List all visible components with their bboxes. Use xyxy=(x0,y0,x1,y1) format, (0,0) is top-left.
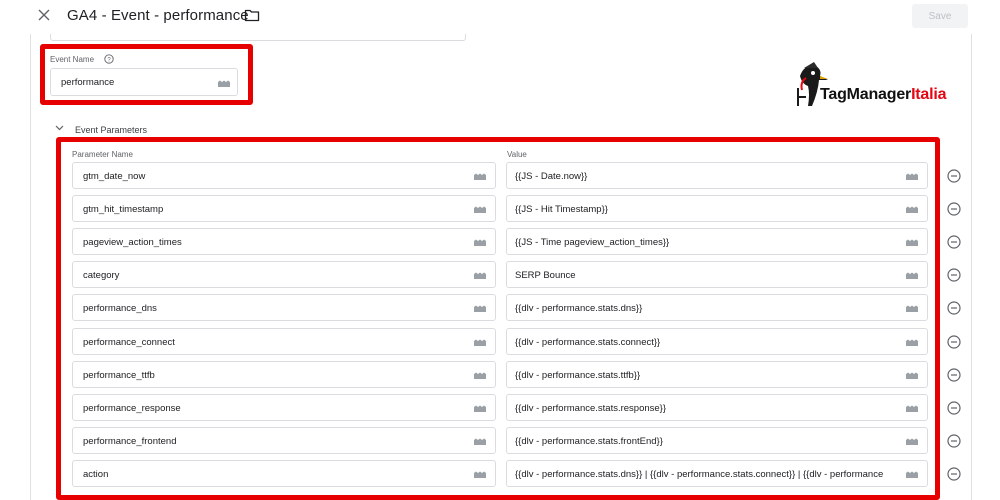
parameter-name-field[interactable]: pageview_action_times xyxy=(72,228,496,255)
logo-text: TagManagerItalia xyxy=(820,86,947,103)
parameter-name-text: performance_ttfb xyxy=(83,370,155,381)
parameter-name-text: performance_response xyxy=(83,403,181,414)
parameter-value-field[interactable]: {{JS - Time pageview_action_times}} xyxy=(506,228,928,255)
variable-picker-icon[interactable] xyxy=(905,469,919,479)
variable-picker-icon[interactable] xyxy=(473,436,487,446)
parameter-value-text: {{dlv - performance.stats.frontEnd}} xyxy=(515,436,663,447)
variable-picker-icon[interactable] xyxy=(473,171,487,181)
parameter-name-text: category xyxy=(83,270,120,281)
parameter-name-field[interactable]: gtm_date_now xyxy=(72,162,496,189)
remove-row-icon[interactable] xyxy=(947,301,961,315)
variable-picker-icon[interactable] xyxy=(473,370,487,380)
variable-picker-icon[interactable] xyxy=(905,337,919,347)
remove-row-icon[interactable] xyxy=(947,467,961,481)
remove-row-icon[interactable] xyxy=(947,169,961,183)
parameter-name-field[interactable]: gtm_hit_timestamp xyxy=(72,195,496,222)
remove-row-icon[interactable] xyxy=(947,235,961,249)
variable-picker-icon[interactable] xyxy=(905,436,919,446)
parameter-value-text: {{dlv - performance.stats.dns}} xyxy=(515,303,643,314)
parameter-value-text: {{JS - Date.now}} xyxy=(515,171,588,182)
parameter-value-text: {{JS - Hit Timestamp}} xyxy=(515,204,608,215)
folder-icon[interactable] xyxy=(244,8,260,22)
parameter-name-field[interactable]: action xyxy=(72,460,496,487)
remove-row-icon[interactable] xyxy=(947,401,961,415)
variable-picker-icon[interactable] xyxy=(905,370,919,380)
remove-row-icon[interactable] xyxy=(947,434,961,448)
variable-picker-icon[interactable] xyxy=(905,237,919,247)
parameter-value-field[interactable]: {{dlv - performance.stats.frontEnd}} xyxy=(506,427,928,454)
parameter-value-field[interactable]: SERP Bounce xyxy=(506,261,928,288)
parameter-value-text: {{dlv - performance.stats.ttfb}} xyxy=(515,370,641,381)
parameter-name-field[interactable]: performance_frontend xyxy=(72,427,496,454)
parameter-value-text: {{dlv - performance.stats.connect}} xyxy=(515,337,661,348)
variable-picker-icon[interactable] xyxy=(473,204,487,214)
parameter-value-field[interactable]: {{dlv - performance.stats.ttfb}} xyxy=(506,361,928,388)
chevron-down-icon[interactable] xyxy=(55,125,64,131)
event-name-input[interactable]: performance xyxy=(50,68,238,96)
parameter-name-text: performance_connect xyxy=(83,337,175,348)
parameter-name-field[interactable]: performance_response xyxy=(72,394,496,421)
parameter-value-field[interactable]: {{JS - Date.now}} xyxy=(506,162,928,189)
parameter-name-header: Parameter Name xyxy=(72,150,133,159)
parameter-name-field[interactable]: performance_dns xyxy=(72,294,496,321)
variable-picker-icon[interactable] xyxy=(473,337,487,347)
variable-picker-icon[interactable] xyxy=(905,204,919,214)
parameter-name-text: action xyxy=(83,469,109,480)
variable-picker-icon[interactable] xyxy=(905,171,919,181)
parameter-name-text: gtm_date_now xyxy=(83,171,146,182)
variable-picker-icon[interactable] xyxy=(905,403,919,413)
parameter-value-text: SERP Bounce xyxy=(515,270,576,281)
variable-picker-icon[interactable] xyxy=(905,270,919,280)
value-header: Value xyxy=(507,150,527,159)
remove-row-icon[interactable] xyxy=(947,335,961,349)
variable-picker-icon[interactable] xyxy=(473,403,487,413)
tag-title[interactable]: GA4 - Event - performance xyxy=(67,7,249,24)
help-icon[interactable]: ? xyxy=(104,54,114,64)
remove-row-icon[interactable] xyxy=(947,368,961,382)
parameter-name-text: performance_dns xyxy=(83,303,157,314)
variable-picker-icon[interactable] xyxy=(473,469,487,479)
parameter-value-text: {{dlv - performance.stats.dns}} | {{dlv … xyxy=(515,469,884,480)
parameter-value-text: {{dlv - performance.stats.response}} xyxy=(515,403,667,414)
variable-picker-icon[interactable] xyxy=(473,270,487,280)
parameter-value-field[interactable]: {{dlv - performance.stats.response}} xyxy=(506,394,928,421)
variable-picker-icon[interactable] xyxy=(217,78,231,88)
parameter-name-field[interactable]: category xyxy=(72,261,496,288)
parameter-name-text: gtm_hit_timestamp xyxy=(83,204,164,215)
parameter-name-field[interactable]: performance_connect xyxy=(72,328,496,355)
variable-picker-icon[interactable] xyxy=(905,303,919,313)
top-bar: GA4 - Event - performance Save xyxy=(0,0,1000,34)
save-button[interactable]: Save xyxy=(912,4,968,28)
event-parameters-label[interactable]: Event Parameters xyxy=(75,125,147,135)
parameter-value-field[interactable]: {{dlv - performance.stats.dns}} | {{dlv … xyxy=(506,460,928,487)
event-name-label: Event Name xyxy=(50,55,95,64)
previous-field-edge xyxy=(50,34,466,41)
variable-picker-icon[interactable] xyxy=(473,237,487,247)
parameter-name-text: pageview_action_times xyxy=(83,237,182,248)
parameter-name-field[interactable]: performance_ttfb xyxy=(72,361,496,388)
parameter-value-text: {{JS - Time pageview_action_times}} xyxy=(515,237,670,248)
variable-picker-icon[interactable] xyxy=(473,303,487,313)
remove-row-icon[interactable] xyxy=(947,268,961,282)
parameter-name-text: performance_frontend xyxy=(83,436,177,447)
close-icon[interactable] xyxy=(36,7,52,23)
parameter-value-field[interactable]: {{dlv - performance.stats.connect}} xyxy=(506,328,928,355)
parameter-value-field[interactable]: {{dlv - performance.stats.dns}} xyxy=(506,294,928,321)
remove-row-icon[interactable] xyxy=(947,202,961,216)
parameter-value-field[interactable]: {{JS - Hit Timestamp}} xyxy=(506,195,928,222)
event-name-value: performance xyxy=(61,77,115,88)
